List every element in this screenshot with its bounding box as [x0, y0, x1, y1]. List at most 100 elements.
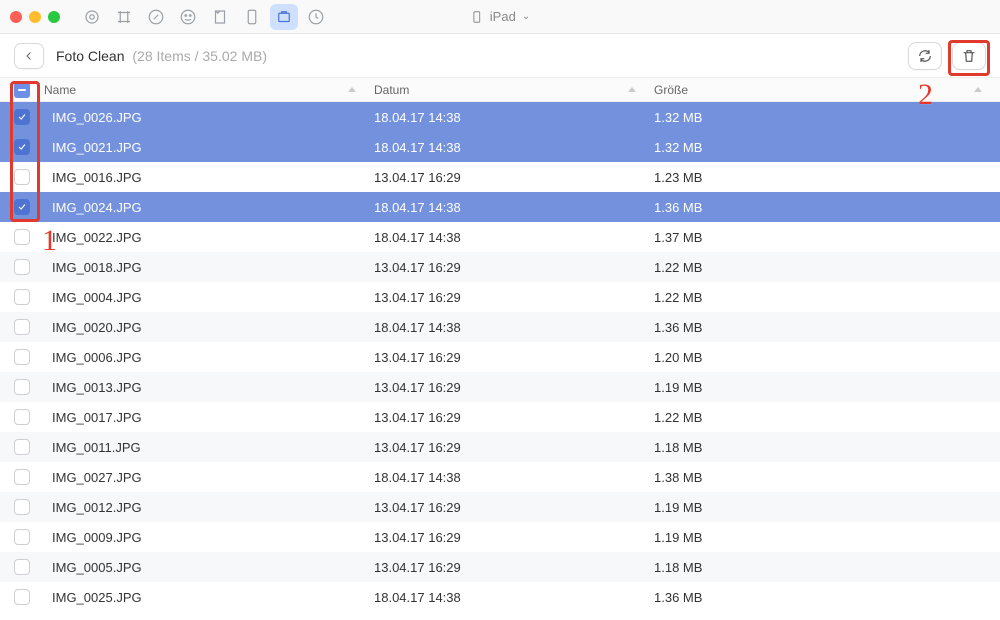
video-category-icon[interactable]: [110, 4, 138, 30]
cell-date: 18.04.17 14:38: [374, 470, 654, 485]
row-checkbox[interactable]: [14, 589, 30, 605]
cell-date: 13.04.17 16:29: [374, 560, 654, 575]
backup-category-icon[interactable]: [302, 4, 330, 30]
cell-size: 1.36 MB: [654, 200, 1000, 215]
row-checkbox[interactable]: [14, 379, 30, 395]
row-checkbox[interactable]: [14, 109, 30, 125]
column-header-size[interactable]: Größe: [654, 83, 1000, 97]
table-row[interactable]: IMG_0026.JPG18.04.17 14:381.32 MB: [0, 102, 1000, 132]
titlebar: iPad ⌄: [0, 0, 1000, 34]
sort-caret-icon: [974, 87, 982, 92]
row-checkbox[interactable]: [14, 439, 30, 455]
maximize-window-button[interactable]: [48, 11, 60, 23]
back-button[interactable]: [14, 43, 44, 69]
table-row[interactable]: IMG_0018.JPG13.04.17 16:291.22 MB: [0, 252, 1000, 282]
row-checkbox[interactable]: [14, 259, 30, 275]
table-row[interactable]: IMG_0025.JPG18.04.17 14:381.36 MB: [0, 582, 1000, 612]
cell-date: 13.04.17 16:29: [374, 410, 654, 425]
cell-date: 18.04.17 14:38: [374, 110, 654, 125]
table-row[interactable]: IMG_0006.JPG13.04.17 16:291.20 MB: [0, 342, 1000, 372]
books-category-icon[interactable]: [206, 4, 234, 30]
cell-size: 1.19 MB: [654, 380, 1000, 395]
cell-name: IMG_0006.JPG: [44, 350, 374, 365]
row-checkbox[interactable]: [14, 319, 30, 335]
trash-icon: [961, 48, 977, 64]
cell-name: IMG_0025.JPG: [44, 590, 374, 605]
cell-name: IMG_0016.JPG: [44, 170, 374, 185]
cell-name: IMG_0004.JPG: [44, 290, 374, 305]
row-checkbox[interactable]: [14, 559, 30, 575]
column-header-name[interactable]: Name: [44, 83, 374, 97]
table-row[interactable]: IMG_0024.JPG18.04.17 14:381.36 MB: [0, 192, 1000, 222]
refresh-button[interactable]: [908, 42, 942, 70]
column-header-date[interactable]: Datum: [374, 83, 654, 97]
table-row[interactable]: IMG_0016.JPG13.04.17 16:291.23 MB: [0, 162, 1000, 192]
cell-size: 1.37 MB: [654, 230, 1000, 245]
photos-category-icon[interactable]: [174, 4, 202, 30]
table-row[interactable]: IMG_0004.JPG13.04.17 16:291.22 MB: [0, 282, 1000, 312]
cell-size: 1.22 MB: [654, 260, 1000, 275]
cell-size: 1.23 MB: [654, 170, 1000, 185]
row-checkbox[interactable]: [14, 169, 30, 185]
row-checkbox[interactable]: [14, 289, 30, 305]
cell-date: 18.04.17 14:38: [374, 140, 654, 155]
cell-date: 13.04.17 16:29: [374, 500, 654, 515]
row-checkbox[interactable]: [14, 529, 30, 545]
cell-size: 1.18 MB: [654, 560, 1000, 575]
cell-name: IMG_0027.JPG: [44, 470, 374, 485]
sort-caret-icon: [628, 87, 636, 92]
cell-name: IMG_0026.JPG: [44, 110, 374, 125]
device-label: iPad: [490, 9, 516, 24]
table-row[interactable]: IMG_0022.JPG18.04.17 14:381.37 MB: [0, 222, 1000, 252]
close-window-button[interactable]: [10, 11, 22, 23]
delete-button[interactable]: [952, 42, 986, 70]
files-category-icon[interactable]: [270, 4, 298, 30]
cell-size: 1.22 MB: [654, 410, 1000, 425]
table-row[interactable]: IMG_0020.JPG18.04.17 14:381.36 MB: [0, 312, 1000, 342]
minimize-window-button[interactable]: [29, 11, 41, 23]
table-row[interactable]: IMG_0005.JPG13.04.17 16:291.18 MB: [0, 552, 1000, 582]
cell-size: 1.22 MB: [654, 290, 1000, 305]
window-controls: [10, 11, 60, 23]
cell-date: 18.04.17 14:38: [374, 200, 654, 215]
table-row[interactable]: IMG_0021.JPG18.04.17 14:381.32 MB: [0, 132, 1000, 162]
audio-category-icon[interactable]: [78, 4, 106, 30]
table-body: IMG_0026.JPG18.04.17 14:381.32 MBIMG_002…: [0, 102, 1000, 620]
row-checkbox[interactable]: [14, 469, 30, 485]
select-all-checkbox[interactable]: [14, 82, 30, 98]
cell-name: IMG_0022.JPG: [44, 230, 374, 245]
cell-name: IMG_0024.JPG: [44, 200, 374, 215]
safari-category-icon[interactable]: [142, 4, 170, 30]
row-checkbox[interactable]: [14, 499, 30, 515]
category-toolbar: [78, 4, 330, 30]
breadcrumb-title: Foto Clean: [56, 48, 124, 64]
device-selector[interactable]: iPad ⌄: [470, 9, 530, 24]
row-checkbox[interactable]: [14, 349, 30, 365]
table-row[interactable]: IMG_0011.JPG13.04.17 16:291.18 MB: [0, 432, 1000, 462]
row-checkbox[interactable]: [14, 139, 30, 155]
cell-size: 1.18 MB: [654, 440, 1000, 455]
apps-category-icon[interactable]: [238, 4, 266, 30]
row-checkbox[interactable]: [14, 409, 30, 425]
cell-name: IMG_0021.JPG: [44, 140, 374, 155]
cell-date: 13.04.17 16:29: [374, 260, 654, 275]
breadcrumb: Foto Clean (28 Items / 35.02 MB): [56, 48, 267, 64]
cell-name: IMG_0009.JPG: [44, 530, 374, 545]
breadcrumb-meta: (28 Items / 35.02 MB): [132, 48, 267, 64]
cell-size: 1.32 MB: [654, 110, 1000, 125]
cell-size: 1.32 MB: [654, 140, 1000, 155]
table-row[interactable]: IMG_0012.JPG13.04.17 16:291.19 MB: [0, 492, 1000, 522]
table-row[interactable]: IMG_0009.JPG13.04.17 16:291.19 MB: [0, 522, 1000, 552]
cell-date: 18.04.17 14:38: [374, 590, 654, 605]
cell-size: 1.19 MB: [654, 500, 1000, 515]
cell-date: 18.04.17 14:38: [374, 230, 654, 245]
row-checkbox[interactable]: [14, 229, 30, 245]
cell-name: IMG_0011.JPG: [44, 440, 374, 455]
cell-name: IMG_0012.JPG: [44, 500, 374, 515]
row-checkbox[interactable]: [14, 199, 30, 215]
table-row[interactable]: IMG_0027.JPG18.04.17 14:381.38 MB: [0, 462, 1000, 492]
table-row[interactable]: IMG_0013.JPG13.04.17 16:291.19 MB: [0, 372, 1000, 402]
cell-name: IMG_0013.JPG: [44, 380, 374, 395]
table-row[interactable]: IMG_0017.JPG13.04.17 16:291.22 MB: [0, 402, 1000, 432]
cell-name: IMG_0020.JPG: [44, 320, 374, 335]
